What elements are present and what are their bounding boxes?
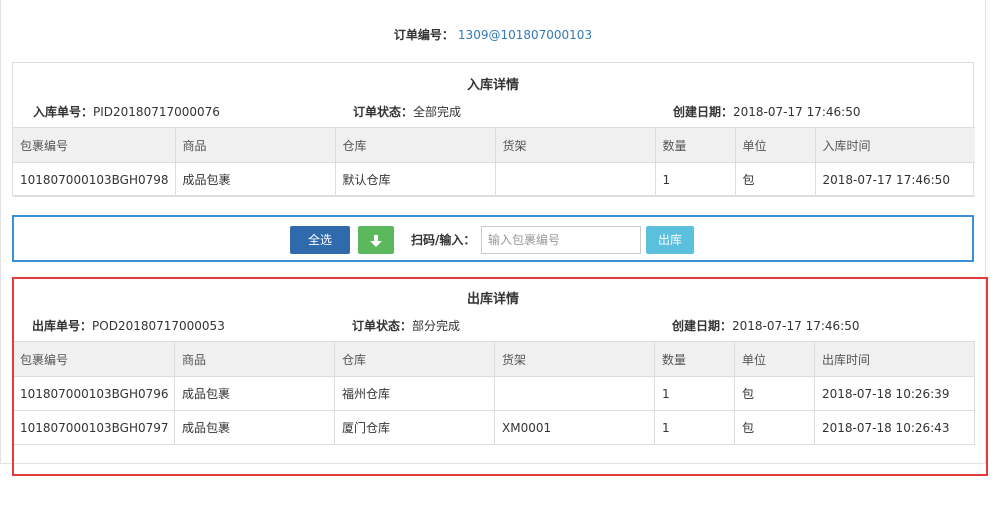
column-header[interactable]: 数量: [654, 341, 735, 377]
select-all-button[interactable]: 全选: [290, 226, 350, 254]
cell-package-id: 101807000103BGH0798: [13, 162, 176, 197]
inbound-panel: 入库详情 入库单号：PID20180717000076 订单状态：全部完成 创建…: [12, 62, 975, 197]
outbound-table: 包裹编号 商品 仓库 货架 数量 单位 出库时间 101807000103BGH…: [12, 341, 975, 445]
scan-toolbar: 全选 扫码/输入： 出库: [12, 215, 974, 262]
column-header[interactable]: 仓库: [334, 341, 495, 377]
column-header[interactable]: 数量: [655, 127, 736, 163]
cell-shelf: XM0001: [494, 410, 655, 445]
column-header[interactable]: 入库时间: [815, 127, 975, 163]
inbound-created-value: 2018-07-17 17:46:50: [733, 105, 861, 119]
cell-product: 成品包裹: [174, 376, 335, 411]
cell-package-id: 101807000103BGH0796: [12, 376, 175, 411]
download-button[interactable]: [358, 226, 394, 254]
inbound-status-label: 订单状态：: [353, 105, 414, 119]
outbound-status-value: 部分完成: [412, 319, 461, 333]
outbound-panel: 出库详情 出库单号：POD20180717000053 订单状态：部分完成 创建…: [12, 277, 975, 445]
cell-product: 成品包裹: [175, 162, 336, 197]
outbound-status: 订单状态：部分完成: [352, 315, 460, 337]
cell-warehouse: 福州仓库: [334, 376, 495, 411]
column-header[interactable]: 货架: [494, 341, 655, 377]
inbound-title: 入库详情: [466, 78, 519, 93]
column-header[interactable]: 包裹编号: [13, 127, 176, 163]
outbound-number-label: 出库单号：: [32, 319, 93, 333]
outbound-number-value: POD20180717000053: [92, 319, 225, 333]
cell-quantity: 1: [654, 410, 735, 445]
outbound-status-label: 订单状态：: [352, 319, 413, 333]
cell-unit: 包: [734, 410, 815, 445]
column-header[interactable]: 货架: [495, 127, 656, 163]
package-number-input[interactable]: [481, 226, 641, 254]
inbound-number-label: 入库单号：: [33, 105, 94, 119]
column-header[interactable]: 仓库: [335, 127, 496, 163]
column-header[interactable]: 出库时间: [814, 341, 975, 377]
outbound-table-header: 包裹编号 商品 仓库 货架 数量 单位 出库时间: [12, 341, 975, 377]
column-header[interactable]: 商品: [175, 127, 336, 163]
cell-unit: 包: [735, 162, 816, 197]
cell-warehouse: 厦门仓库: [334, 410, 495, 445]
outbound-button[interactable]: 出库: [646, 226, 694, 254]
inbound-status-value: 全部完成: [413, 105, 462, 119]
cell-time: 2018-07-18 10:26:43: [814, 410, 975, 445]
cell-quantity: 1: [654, 376, 735, 411]
inbound-status: 订单状态：全部完成: [353, 101, 461, 123]
outbound-created: 创建日期：2018-07-17 17:46:50: [672, 315, 859, 337]
cell-time: 2018-07-18 10:26:39: [814, 376, 975, 411]
inbound-number: 入库单号：PID20180717000076: [33, 101, 220, 123]
inbound-table: 包裹编号 商品 仓库 货架 数量 单位 入库时间 101807000103BGH…: [13, 127, 975, 197]
table-row: 101807000103BGH0796 成品包裹 福州仓库 1 包 2018-0…: [12, 376, 975, 411]
cell-shelf: [494, 376, 655, 411]
column-header[interactable]: 单位: [734, 341, 815, 377]
column-header[interactable]: 单位: [735, 127, 816, 163]
outbound-created-label: 创建日期：: [672, 319, 733, 333]
cell-product: 成品包裹: [174, 410, 335, 445]
outbound-created-value: 2018-07-17 17:46:50: [732, 319, 860, 333]
order-number-label: 订单编号：: [393, 28, 454, 42]
outbound-title: 出库详情: [466, 292, 519, 307]
column-header[interactable]: 商品: [174, 341, 335, 377]
cell-time: 2018-07-17 17:46:50: [815, 162, 975, 197]
outbound-meta: 出库单号：POD20180717000053 订单状态：部分完成 创建日期：20…: [12, 315, 974, 337]
cell-quantity: 1: [655, 162, 736, 197]
cell-warehouse: 默认仓库: [335, 162, 496, 197]
inbound-meta: 入库单号：PID20180717000076 订单状态：全部完成 创建日期：20…: [13, 101, 973, 123]
table-row: 101807000103BGH0798 成品包裹 默认仓库 1 包 2018-0…: [13, 162, 975, 197]
outbound-number: 出库单号：POD20180717000053: [32, 315, 225, 337]
scan-label: 扫码/输入：: [411, 233, 476, 247]
table-row: 101807000103BGH0797 成品包裹 厦门仓库 XM0001 1 包…: [12, 410, 975, 445]
inbound-number-value: PID20180717000076: [93, 105, 220, 119]
order-number-value: 1309@101807000103: [457, 28, 593, 42]
inbound-table-header: 包裹编号 商品 仓库 货架 数量 单位 入库时间: [13, 127, 975, 163]
inbound-created-label: 创建日期：: [673, 105, 734, 119]
download-icon: [370, 234, 382, 247]
cell-unit: 包: [734, 376, 815, 411]
column-header[interactable]: 包裹编号: [12, 341, 175, 377]
order-number-line: 订单编号： 1309@101807000103: [0, 26, 986, 43]
inbound-created: 创建日期：2018-07-17 17:46:50: [673, 101, 860, 123]
cell-shelf: [495, 162, 656, 197]
cell-package-id: 101807000103BGH0797: [12, 410, 175, 445]
